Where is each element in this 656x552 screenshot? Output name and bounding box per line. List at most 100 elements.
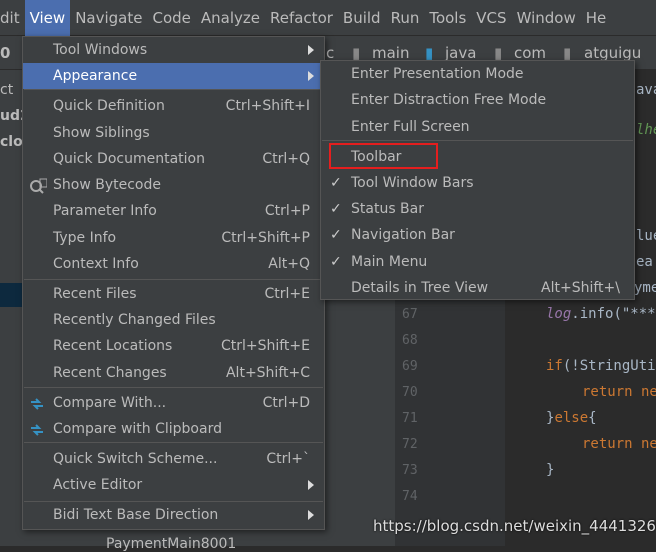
menu-navigate[interactable]: Navigate bbox=[70, 0, 147, 36]
menu-item-recent-changes[interactable]: Recent Changes Alt+Shift+C bbox=[23, 360, 324, 386]
clipboard-compare-icon bbox=[29, 421, 47, 437]
menu-item-label: Navigation Bar bbox=[351, 227, 455, 243]
line-number: 67 bbox=[402, 307, 418, 322]
menu-item-label: Enter Distraction Free Mode bbox=[351, 92, 547, 108]
menu-item-label: Quick Definition bbox=[53, 98, 165, 114]
menu-item-main-menu[interactable]: Main Menu ✓ bbox=[321, 249, 634, 275]
tree-item[interactable]: PaymentMain8001 bbox=[106, 536, 236, 552]
line-number: 70 bbox=[402, 385, 418, 400]
menu-item-parameter-info[interactable]: Parameter Info Ctrl+P bbox=[23, 198, 324, 224]
menu-item-label: Quick Switch Scheme... bbox=[53, 451, 218, 467]
menu-item-label: Enter Presentation Mode bbox=[351, 66, 524, 82]
menu-item-recently-changed-files[interactable]: Recently Changed Files bbox=[23, 307, 324, 333]
code-line: } bbox=[546, 462, 555, 478]
view-menu: Tool Windows Appearance Quick Definition Ct… bbox=[22, 36, 325, 530]
menu-item-quick-switch-scheme[interactable]: Quick Switch Scheme... Ctrl+` bbox=[23, 446, 324, 472]
menu-item-label: Recent Changes bbox=[53, 365, 167, 381]
shortcut: Ctrl+Shift+E bbox=[220, 338, 310, 354]
menu-item-compare-with[interactable]: Compare With... Ctrl+D bbox=[23, 390, 324, 416]
menu-run[interactable]: Run bbox=[386, 0, 425, 36]
line-number: 74 bbox=[402, 489, 418, 504]
menu-item-enter-presentation-mode[interactable]: Enter Presentation Mode bbox=[321, 61, 634, 87]
code-fragment: ea bbox=[636, 254, 653, 270]
selected-row bbox=[0, 283, 22, 307]
menu-item-enter-distraction-free-mode[interactable]: Enter Distraction Free Mode bbox=[321, 87, 634, 113]
menu-item-quick-definition[interactable]: Quick Definition Ctrl+Shift+I bbox=[23, 93, 324, 119]
shortcut: Ctrl+Shift+P bbox=[221, 230, 310, 246]
menu-item-label: Appearance bbox=[53, 68, 138, 84]
menu-item-navigation-bar[interactable]: Navigation Bar ✓ bbox=[321, 222, 634, 248]
menu-item-label: Enter Full Screen bbox=[351, 119, 470, 135]
menu-item-tool-window-bars[interactable]: Tool Window Bars ✓ bbox=[321, 170, 634, 196]
menu-item-appearance[interactable]: Appearance bbox=[23, 63, 324, 89]
menu-item-recent-files[interactable]: Recent Files Ctrl+E bbox=[23, 281, 324, 307]
code-fragment: ava bbox=[636, 82, 656, 98]
line-number: 73 bbox=[402, 463, 418, 478]
menu-item-bidi-text-base-direction[interactable]: Bidi Text Base Direction bbox=[23, 502, 324, 528]
menu-item-label: Quick Documentation bbox=[53, 151, 205, 167]
menu-item-label: Show Bytecode bbox=[53, 177, 161, 193]
menu-item-active-editor[interactable]: Active Editor bbox=[23, 472, 324, 498]
menu-code[interactable]: Code bbox=[147, 0, 195, 36]
menu-tools[interactable]: Tools bbox=[424, 0, 471, 36]
menu-item-tool-windows[interactable]: Tool Windows bbox=[23, 37, 324, 63]
checkmark-icon: ✓ bbox=[330, 254, 342, 270]
menu-item-label: Recent Files bbox=[53, 286, 137, 302]
menu-separator bbox=[24, 387, 323, 388]
shortcut: Ctrl+Q bbox=[262, 151, 310, 167]
menu-item-label: Tool Windows bbox=[53, 42, 148, 58]
shortcut: Ctrl+E bbox=[264, 286, 311, 302]
menu-item-status-bar[interactable]: Status Bar ✓ bbox=[321, 196, 634, 222]
menu-item-label: Status Bar bbox=[351, 201, 425, 217]
menu-item-details-in-tree-view[interactable]: Details in Tree View Alt+Shift+\ bbox=[321, 275, 634, 301]
menu-item-compare-with-clipboard[interactable]: Compare with Clipboard bbox=[23, 416, 324, 442]
menu-view[interactable]: View bbox=[24, 0, 71, 36]
code-line: log.info("*** bbox=[546, 306, 656, 322]
chevron-right-icon bbox=[308, 510, 314, 520]
menu-item-context-info[interactable]: Context Info Alt+Q bbox=[23, 251, 324, 277]
menu-item-label: Compare With... bbox=[53, 395, 167, 411]
annotation-box bbox=[329, 143, 438, 169]
menu-item-type-info[interactable]: Type Info Ctrl+Shift+P bbox=[23, 225, 324, 251]
code-line: }else{ bbox=[546, 410, 597, 426]
menu-separator bbox=[322, 140, 633, 141]
appearance-submenu: Enter Presentation Mode Enter Distraction… bbox=[320, 60, 635, 300]
code-fragment: lhe bbox=[636, 122, 656, 138]
menu-item-label: Context Info bbox=[53, 256, 139, 272]
chevron-right-icon bbox=[308, 45, 314, 55]
menu-item-quick-documentation[interactable]: Quick Documentation Ctrl+Q bbox=[23, 146, 324, 172]
menu-separator bbox=[24, 89, 323, 90]
menu-he[interactable]: He bbox=[581, 0, 612, 36]
checkmark-icon: ✓ bbox=[330, 175, 342, 191]
compare-icon bbox=[29, 395, 47, 411]
code-fragment: yme bbox=[634, 280, 656, 296]
checkmark-icon: ✓ bbox=[330, 227, 342, 243]
menu-separator bbox=[24, 501, 323, 502]
menu-refactor[interactable]: Refactor bbox=[265, 0, 338, 36]
menu-item-label: Main Menu bbox=[351, 254, 428, 270]
menu-item-show-bytecode[interactable]: Show Bytecode bbox=[23, 172, 324, 198]
menu-window[interactable]: Window bbox=[512, 0, 581, 36]
menu-item-enter-full-screen[interactable]: Enter Full Screen bbox=[321, 114, 634, 140]
menu-vcs[interactable]: VCS bbox=[471, 0, 511, 36]
menu-item-recent-locations[interactable]: Recent Locations Ctrl+Shift+E bbox=[23, 333, 324, 359]
menu-build[interactable]: Build bbox=[338, 0, 386, 36]
shortcut: Alt+Shift+\ bbox=[541, 280, 620, 296]
menu-separator bbox=[24, 442, 323, 443]
shortcut: Alt+Q bbox=[268, 256, 310, 272]
menu-analyze[interactable]: Analyze bbox=[196, 0, 265, 36]
code-line: if(!StringUti bbox=[546, 358, 656, 374]
menu-item-show-siblings[interactable]: Show Siblings bbox=[23, 120, 324, 146]
menu-item-label: Tool Window Bars bbox=[351, 175, 474, 191]
panel-fragment: ct bbox=[0, 82, 14, 98]
menu-item-label: Recently Changed Files bbox=[53, 312, 216, 328]
menu-item-label: Type Info bbox=[53, 230, 117, 246]
menu-dit[interactable]: dit bbox=[0, 0, 25, 36]
code-line: return ne bbox=[582, 384, 656, 400]
line-number: 69 bbox=[402, 359, 418, 374]
menu-item-label: Details in Tree View bbox=[351, 280, 489, 296]
menu-item-label: Show Siblings bbox=[53, 125, 150, 141]
shortcut: Ctrl+P bbox=[264, 203, 310, 219]
line-number: 71 bbox=[402, 411, 418, 426]
checkmark-icon: ✓ bbox=[330, 201, 342, 217]
